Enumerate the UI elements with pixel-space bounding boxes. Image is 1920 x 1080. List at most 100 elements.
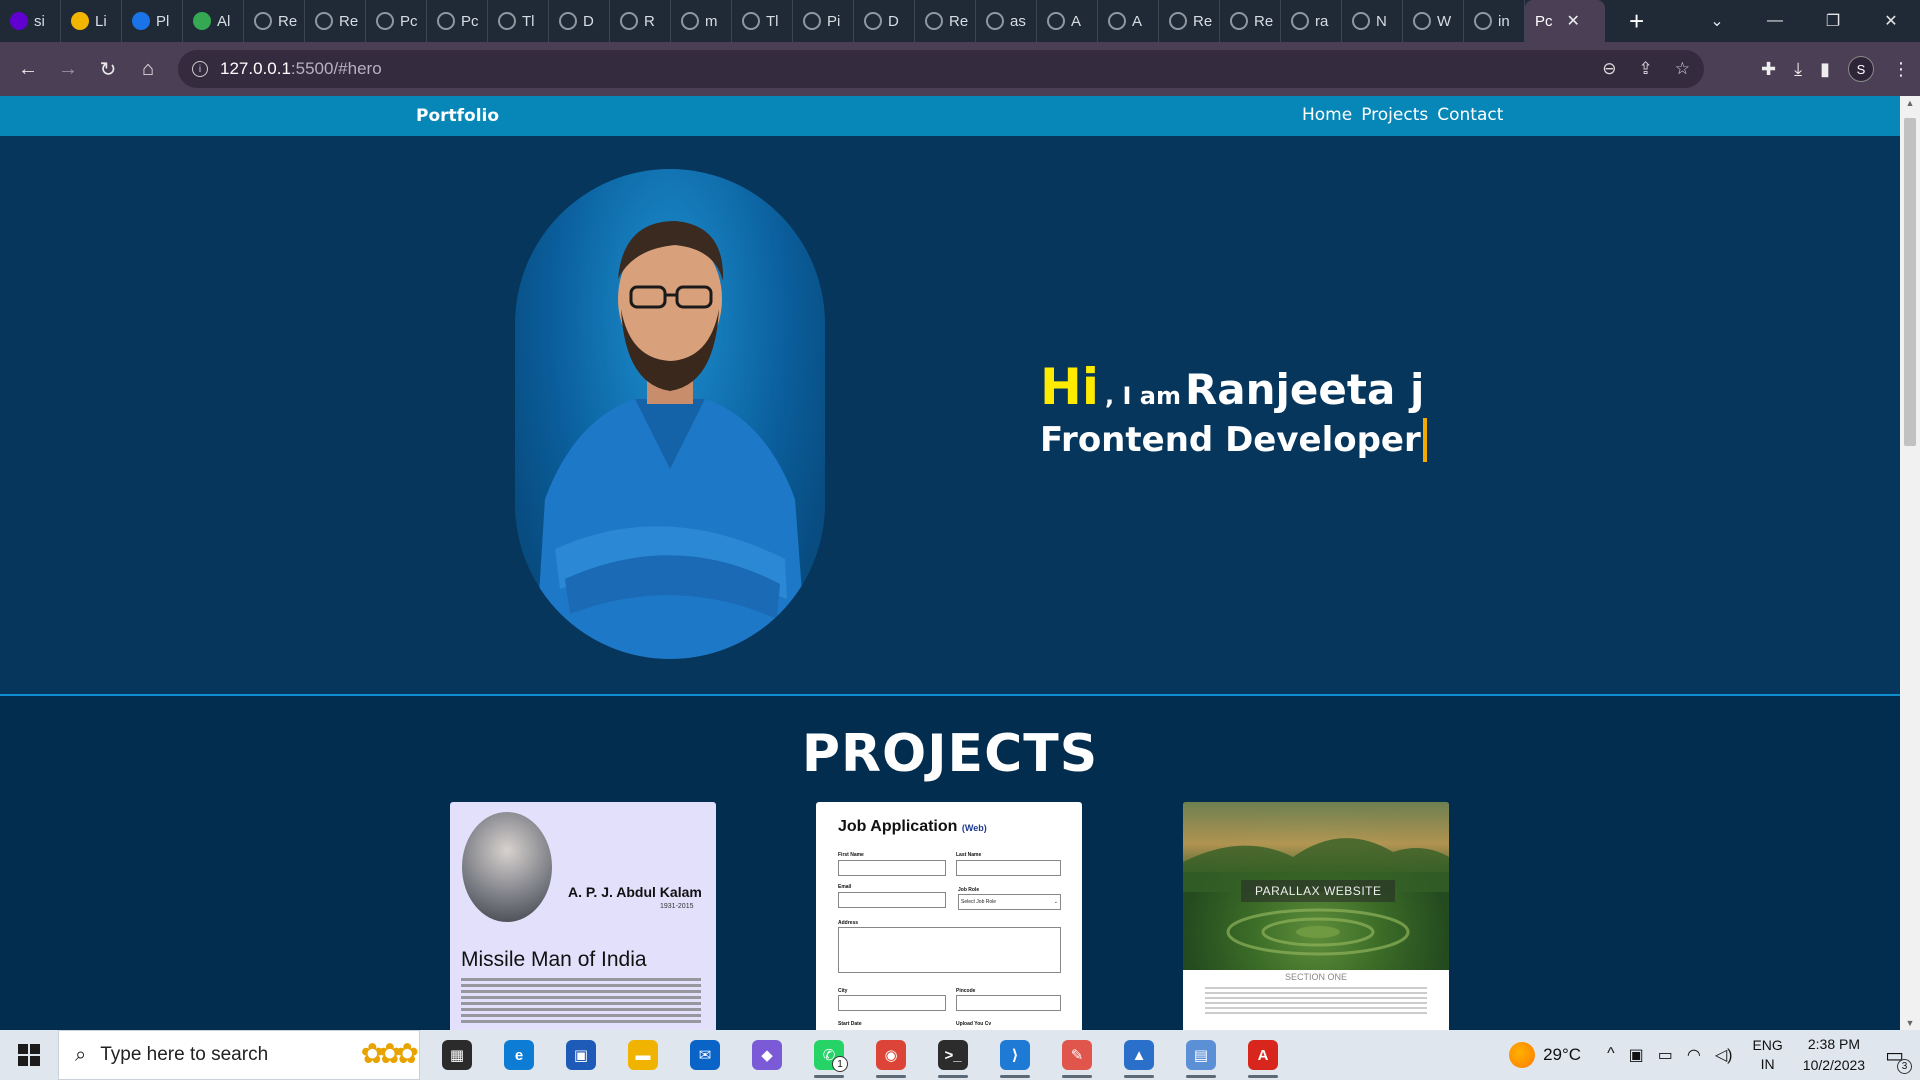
menu-icon[interactable]: ⋮ [1892, 59, 1910, 80]
zoom-icon[interactable]: ⊖ [1602, 59, 1616, 79]
battery-icon[interactable]: ▭ [1658, 1045, 1673, 1065]
meet-now-icon[interactable]: ▣ [1629, 1045, 1644, 1065]
browser-tab[interactable]: Re [244, 0, 305, 42]
close-tab-icon[interactable]: ✕ [1567, 11, 1580, 31]
language-indicator[interactable]: ENG IN [1752, 1036, 1782, 1074]
window-controls: ⌄ — ❐ ✕ [1688, 0, 1920, 42]
windows-taskbar: ⌕ Type here to search ✿✿✿ ▦ e ▣ ▬ ✉ ◆ ✆ 1 ◉ >_ ⟩ ✎ ▲… [0, 1030, 1920, 1080]
browser-tab[interactable]: in [1464, 0, 1525, 42]
taskbar-app-terminal[interactable]: >_ [922, 1030, 984, 1080]
browser-tab[interactable]: A [1098, 0, 1159, 42]
browser-tab[interactable]: Pc [427, 0, 488, 42]
browser-tab[interactable]: Pl [122, 0, 183, 42]
taskbar-app-paint[interactable]: ✎ [1046, 1030, 1108, 1080]
bookmark-star-icon[interactable]: ☆ [1675, 59, 1690, 79]
browser-tab[interactable]: m [671, 0, 732, 42]
hero-name: Ranjeeta j [1184, 365, 1425, 414]
browser-tab[interactable]: Al [183, 0, 244, 42]
browser-tab[interactable]: Re [305, 0, 366, 42]
card1-body-text [461, 978, 701, 1026]
browser-tab[interactable]: Li [61, 0, 122, 42]
start-button[interactable] [0, 1030, 58, 1080]
taskbar-app-copilot[interactable]: ◆ [736, 1030, 798, 1080]
nav-link-contact[interactable]: Contact [1437, 105, 1503, 125]
active-tab[interactable]: Pc ✕ [1525, 0, 1605, 42]
taskbar-app-acrobat[interactable]: A [1232, 1030, 1294, 1080]
taskbar-search[interactable]: ⌕ Type here to search ✿✿✿ [58, 1030, 420, 1080]
taskbar-app-store[interactable]: ▣ [550, 1030, 612, 1080]
browser-tab[interactable]: A [1037, 0, 1098, 42]
project-card-kalam[interactable]: A. P. J. Abdul Kalam 1931-2015 Missile M… [450, 802, 716, 1030]
page-scrollbar[interactable]: ▲ ▼ [1900, 96, 1920, 1030]
browser-tab[interactable]: Pi [793, 0, 854, 42]
browser-tab-label: Tl [522, 12, 535, 30]
taskbar-app-vscode[interactable]: ⟩ [984, 1030, 1046, 1080]
home-button[interactable]: ⌂ [128, 58, 168, 81]
taskbar-app-edge[interactable]: e [488, 1030, 550, 1080]
browser-tab-label: N [1376, 12, 1387, 30]
scroll-up-arrow[interactable]: ▲ [1900, 98, 1920, 108]
paint-icon: ✎ [1062, 1040, 1092, 1070]
new-tab-button[interactable]: + [1629, 0, 1644, 42]
minimize-button[interactable]: — [1746, 12, 1804, 30]
taskbar-app-notepad-app[interactable]: ▤ [1170, 1030, 1232, 1080]
side-panel-icon[interactable]: ▮ [1820, 59, 1830, 80]
extensions-icon[interactable]: ✚ [1761, 59, 1776, 80]
tab-search-icon[interactable]: ⌄ [1688, 11, 1746, 31]
reload-button[interactable]: ↻ [88, 57, 128, 82]
site-info-icon[interactable]: i [192, 61, 208, 77]
scrollbar-thumb[interactable] [1904, 118, 1916, 446]
browser-tab[interactable]: N [1342, 0, 1403, 42]
taskbar-app-mail[interactable]: ✉ [674, 1030, 736, 1080]
first-name-field [838, 860, 946, 876]
browser-tab[interactable]: Re [1159, 0, 1220, 42]
nav-link-home[interactable]: Home [1302, 105, 1352, 125]
taskbar-app-chrome[interactable]: ◉ [860, 1030, 922, 1080]
scroll-down-arrow[interactable]: ▼ [1900, 1018, 1920, 1028]
show-hidden-icons-chevron-icon[interactable]: ^ [1607, 1045, 1615, 1065]
hero-iam: , I am [1104, 382, 1181, 410]
browser-tab[interactable]: ra [1281, 0, 1342, 42]
browser-tab[interactable]: R [610, 0, 671, 42]
browser-tab[interactable]: D [549, 0, 610, 42]
taskbar-app-task-view[interactable]: ▦ [426, 1030, 488, 1080]
downloads-icon[interactable]: ⤓ [1794, 59, 1802, 80]
forward-button[interactable]: → [48, 58, 88, 81]
volume-icon[interactable]: ◁) [1715, 1045, 1733, 1065]
restore-button[interactable]: ❐ [1804, 11, 1862, 31]
site-brand[interactable]: Portfolio [416, 106, 499, 126]
taskbar-app-whatsapp[interactable]: ✆ 1 [798, 1030, 860, 1080]
nav-link-projects[interactable]: Projects [1361, 105, 1428, 125]
globe-icon [315, 12, 333, 30]
browser-tab[interactable]: Tl [488, 0, 549, 42]
browser-tab[interactable]: Tl [732, 0, 793, 42]
back-button[interactable]: ← [8, 58, 48, 81]
browser-tab-label: R [644, 12, 655, 30]
clock[interactable]: 2:38 PM 10/2/2023 [1803, 1034, 1865, 1076]
browser-tab[interactable]: W [1403, 0, 1464, 42]
taskbar-app-file-explorer[interactable]: ▬ [612, 1030, 674, 1080]
wifi-icon[interactable]: ◠ [1687, 1045, 1701, 1065]
address-bar[interactable]: i 127.0.0.1:5500/#hero ⊖ ⇪ ☆ [178, 50, 1704, 88]
weather-widget[interactable]: 29°C [1509, 1042, 1581, 1068]
project-card-job-application[interactable]: Job Application (Web) First Name Last Na… [816, 802, 1082, 1030]
browser-tab[interactable]: si [0, 0, 61, 42]
browser-tab[interactable]: Pc [366, 0, 427, 42]
pincode-field [956, 995, 1061, 1011]
person-illustration [535, 221, 807, 659]
project-card-parallax[interactable]: PARALLAX WEBSITE SECTION ONE [1183, 802, 1449, 1030]
address-field [838, 927, 1061, 973]
browser-tab[interactable]: Re [915, 0, 976, 42]
task-view-icon: ▦ [442, 1040, 472, 1070]
close-window-button[interactable]: ✕ [1862, 11, 1920, 31]
browser-tab[interactable]: D [854, 0, 915, 42]
profile-avatar[interactable]: S [1848, 56, 1874, 82]
browser-tab[interactable]: as [976, 0, 1037, 42]
browser-tab[interactable]: Re [1220, 0, 1281, 42]
share-icon[interactable]: ⇪ [1639, 59, 1653, 79]
notification-center-icon[interactable]: ▭ 3 [1885, 1043, 1912, 1074]
github-icon [1291, 12, 1309, 30]
globe-icon [498, 12, 516, 30]
taskbar-app-photos[interactable]: ▲ [1108, 1030, 1170, 1080]
email-field [838, 892, 946, 908]
